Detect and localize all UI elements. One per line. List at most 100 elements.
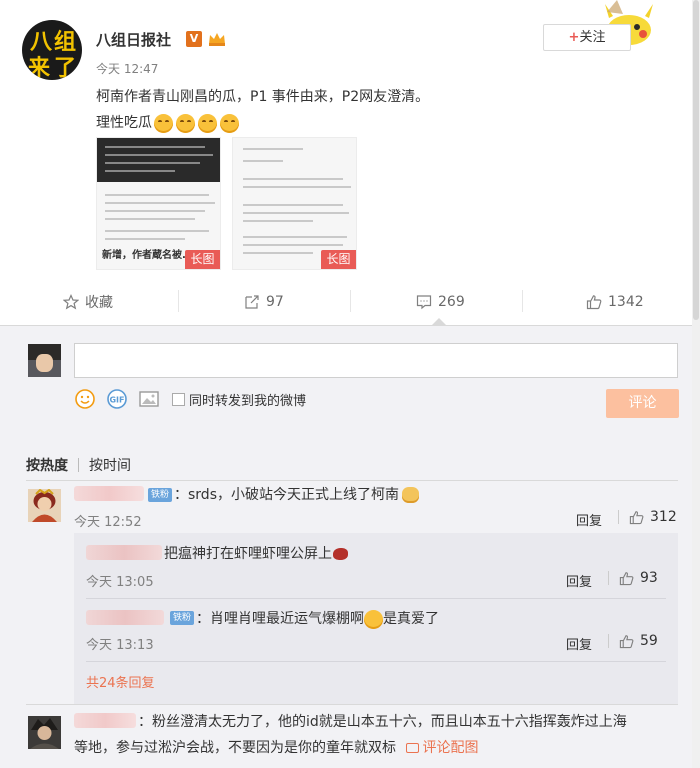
comment-text-line-2-content: 等地，参与过淞沪会战，不要因为是你的童年就双标 xyxy=(74,740,396,756)
comment-like-count: 312 xyxy=(650,509,677,525)
reply-text-content: ：肖哩肖哩最近运气爆棚啊 xyxy=(196,611,364,627)
comment-time[interactable]: 今天 12:52 xyxy=(74,511,142,530)
comment-image-link[interactable]: 评论配图 xyxy=(406,740,478,756)
post-text: 柯南作者青山刚昌的瓜，P1 事件由来，P2网友澄清。 理性吃瓜 xyxy=(96,84,656,136)
thumbs-up-icon xyxy=(629,510,644,524)
reply-separator xyxy=(86,661,666,662)
post-text-line-2: 理性吃瓜 xyxy=(96,115,152,131)
like-count: 1342 xyxy=(608,294,644,310)
comment-button[interactable]: 269 xyxy=(416,290,465,314)
avatar-face xyxy=(36,354,53,372)
image-text-line xyxy=(105,162,200,164)
emoji-icon[interactable] xyxy=(74,388,96,410)
reply-like-count: 93 xyxy=(640,570,658,586)
long-image-tag: 长图 xyxy=(321,250,356,269)
post-image-1[interactable]: 新增，作者蔵名被... 长图 xyxy=(96,137,221,270)
follow-button[interactable]: +关注 xyxy=(543,24,631,51)
emoji-row xyxy=(154,113,239,133)
image-text-line xyxy=(105,230,209,232)
commenter-avatar[interactable] xyxy=(28,489,61,522)
favorite-label: 收藏 xyxy=(85,295,113,311)
sort-by-hot-tab[interactable]: 按热度 xyxy=(26,455,68,475)
repost-icon xyxy=(245,295,259,309)
grin-emoji-icon xyxy=(154,113,173,133)
reply-time[interactable]: 今天 13:05 xyxy=(86,571,154,590)
commenter-name-redacted xyxy=(74,713,136,728)
repost-button[interactable]: 97 xyxy=(244,290,284,314)
image-dark-header xyxy=(97,138,220,182)
reply-text-tail: 是真爱了 xyxy=(383,611,439,627)
reply-time[interactable]: 今天 13:13 xyxy=(86,634,154,653)
comment-icon xyxy=(416,295,432,310)
reply-text-content: 把瘟神打在虾哩虾哩公屏上 xyxy=(164,546,332,562)
reply-button[interactable]: 回复 xyxy=(566,571,592,590)
commenter-avatar[interactable] xyxy=(28,716,61,749)
author-avatar[interactable]: 八 组 来 了 xyxy=(22,20,82,80)
follow-label: 关注 xyxy=(579,30,606,45)
comment-text-line-1: ：粉丝澄清太无力了，他的id就是山本五十六，而且山本五十六指挥轰炸过上海 xyxy=(138,714,627,730)
grin-emoji-icon xyxy=(364,609,383,629)
image-text-line xyxy=(243,236,347,238)
more-replies-link[interactable]: 共24条回复 xyxy=(86,672,155,691)
reply-like-button[interactable]: 59 xyxy=(608,633,658,649)
like-button[interactable]: 1342 xyxy=(586,290,644,314)
post-text-line-2-wrap: 理性吃瓜 xyxy=(96,110,656,136)
svg-text:GIF: GIF xyxy=(109,396,124,405)
reply-button[interactable]: 回复 xyxy=(566,634,592,653)
image-text-line xyxy=(105,146,205,148)
grin-emoji-icon xyxy=(176,113,195,133)
weibo-post: 八 组 来 了 八组日报社 V 今天 12:47 柯南作者青山刚昌的瓜，P1 事… xyxy=(0,0,700,326)
comment-count: 269 xyxy=(438,294,465,310)
gif-icon[interactable]: GIF xyxy=(106,388,128,410)
image-text-line xyxy=(105,202,215,204)
fan-tag: 铁粉 xyxy=(148,488,173,502)
replier-name-redacted xyxy=(86,610,164,625)
commenter-name-redacted xyxy=(74,486,144,501)
comment-text: ：srds，小破站今天正式上线了柯南 xyxy=(174,484,419,504)
comment-area: GIF 同时转发到我的微博 评论 按热度 按时间 铁粉 ：srds，小破站今天正… xyxy=(0,325,700,768)
comment-image-link-label: 评论配图 xyxy=(422,740,479,756)
reply-like-button[interactable]: 93 xyxy=(608,570,658,586)
reply-text: 把瘟神打在虾哩虾哩公屏上 xyxy=(164,543,348,563)
crown-icon[interactable] xyxy=(208,32,226,46)
composer-toolbar: GIF 同时转发到我的微博 xyxy=(74,388,306,410)
avatar-char-3: 来 xyxy=(28,55,51,80)
post-image-2[interactable]: 长图 xyxy=(232,137,357,270)
like-divider xyxy=(608,571,609,585)
reply-separator xyxy=(86,598,666,599)
repost-checkbox-wrap[interactable]: 同时转发到我的微博 xyxy=(172,390,306,409)
image-text-line xyxy=(243,204,343,206)
fan-tag: 铁粉 xyxy=(170,611,195,625)
reply-button[interactable]: 回复 xyxy=(576,510,602,529)
scrollbar[interactable] xyxy=(692,0,700,768)
comment-text-content: ：srds，小破站今天正式上线了柯南 xyxy=(174,487,399,503)
image-caption: 新增，作者蔵名被... xyxy=(102,250,194,261)
replier-name-redacted xyxy=(86,545,162,560)
comment-tab-caret xyxy=(432,318,446,325)
comment-text-line-2: 等地，参与过淞沪会战，不要因为是你的童年就双标 评论配图 xyxy=(74,737,478,757)
reply-text: ：肖哩肖哩最近运气爆棚啊 是真爱了 xyxy=(196,608,439,629)
thumbs-up-icon xyxy=(619,571,634,585)
image-text-line xyxy=(243,148,303,150)
plus-icon: + xyxy=(568,30,580,45)
comment-like-button[interactable]: 312 xyxy=(618,509,677,525)
action-divider xyxy=(350,290,351,312)
image-text-line xyxy=(243,212,349,214)
comment-input[interactable] xyxy=(74,343,678,378)
action-divider xyxy=(522,290,523,312)
star-icon xyxy=(63,294,79,310)
action-bar: 收藏 97 269 1342 xyxy=(0,284,700,320)
repost-checkbox[interactable] xyxy=(172,392,185,406)
sort-by-time-tab[interactable]: 按时间 xyxy=(89,455,131,475)
long-image-tag: 长图 xyxy=(185,250,220,269)
post-time[interactable]: 今天 12:47 xyxy=(96,60,158,77)
verified-v-icon[interactable]: V xyxy=(186,31,202,47)
image-text-line xyxy=(105,194,209,196)
sort-divider xyxy=(78,458,79,472)
image-icon[interactable] xyxy=(138,388,160,410)
author-name[interactable]: 八组日报社 xyxy=(96,29,171,50)
bug-emoji-icon xyxy=(333,548,348,560)
favorite-button[interactable]: 收藏 xyxy=(63,290,113,314)
submit-comment-button[interactable]: 评论 xyxy=(606,389,679,418)
sort-divider-line xyxy=(26,480,678,481)
